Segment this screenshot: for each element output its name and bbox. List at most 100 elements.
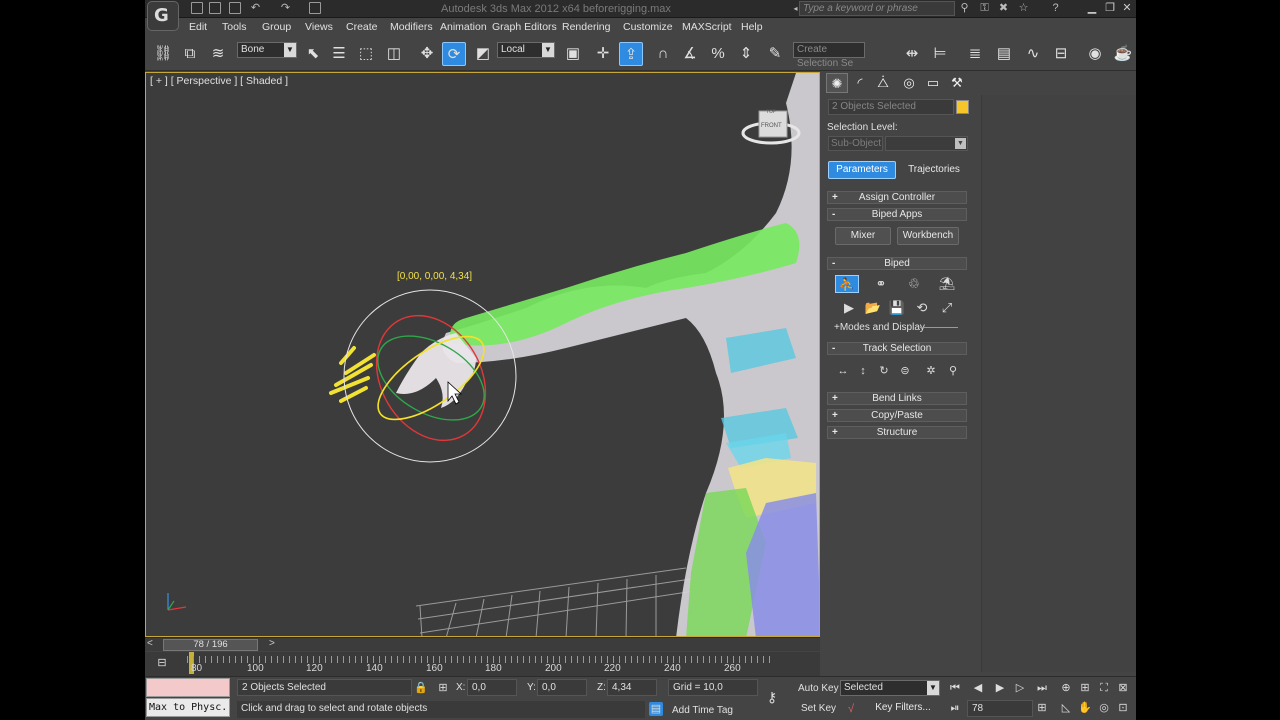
track-bar[interactable]: ⊟ 80 100 120 140 160 180 200 220 240 260 (145, 652, 820, 676)
modes-and-display-rollout[interactable]: +Modes and Display (834, 322, 925, 333)
render-setup-icon[interactable]: ☕ (1111, 42, 1135, 66)
key-icon[interactable]: ⚷ (765, 690, 779, 704)
layer-manager-icon[interactable]: ≣ (963, 42, 987, 66)
percent-snap-icon[interactable]: % (706, 42, 730, 66)
material-editor-icon[interactable]: ◉ (1083, 42, 1107, 66)
biped-playback-icon[interactable]: ▶ (837, 299, 861, 317)
menu-group[interactable]: Group (262, 21, 291, 33)
auto-key-button[interactable]: Auto Key (798, 683, 839, 694)
mixer-button[interactable]: Mixer (835, 227, 891, 245)
workbench-button[interactable]: Workbench (897, 227, 959, 245)
pan-view-icon[interactable]: ✋ (1078, 701, 1092, 715)
menu-rendering[interactable]: Rendering (562, 21, 610, 33)
parameters-tab-button[interactable]: Parameters (828, 161, 896, 179)
curve-editor-icon[interactable]: ∿ (1021, 42, 1045, 66)
current-frame-field[interactable]: 78 (967, 700, 1033, 717)
motion-tab-icon[interactable]: ◎ (898, 73, 920, 93)
sub-object-field[interactable]: Sub-Object (828, 136, 883, 151)
select-and-link-icon[interactable]: ⛓ (151, 42, 175, 66)
select-and-manipulate-icon[interactable]: ✛ (591, 42, 615, 66)
window-crossing-icon[interactable]: ◫ (382, 42, 406, 66)
favorites-star-icon[interactable]: ☆ (1017, 2, 1030, 15)
absolute-mode-icon[interactable]: ⊞ (436, 681, 450, 695)
biped-rollout[interactable]: - Biped (827, 257, 967, 270)
create-tab-icon[interactable]: ✺ (826, 73, 848, 93)
y-coordinate-field[interactable]: 0,0 (537, 679, 587, 696)
time-slider-prev-button[interactable]: < (147, 638, 153, 649)
key-tangent-icon[interactable]: √ (844, 702, 858, 716)
time-slider-next-button[interactable]: > (269, 638, 275, 649)
search-input[interactable]: Type a keyword or phrase (799, 1, 955, 16)
reference-coord-dropdown[interactable]: Local ▼ (497, 42, 555, 58)
rectangular-selection-icon[interactable]: ⬚ (354, 42, 378, 66)
key-mode-dropdown[interactable]: Selected ▼ (840, 680, 940, 696)
graphite-toggle-icon[interactable]: ▤ (992, 42, 1016, 66)
figure-mode-icon[interactable]: ⛹ (835, 275, 859, 293)
binoculars-icon[interactable]: ⚲ (958, 2, 971, 15)
spinner-snap-icon[interactable]: ⇕ (734, 42, 758, 66)
time-slider[interactable]: < 78 / 196 > (145, 637, 820, 651)
redo-icon[interactable]: ↷ (279, 2, 292, 15)
field-of-view-icon[interactable]: ◺ (1059, 701, 1073, 715)
save-file-icon[interactable]: 💾 (885, 299, 909, 317)
pivot-center-icon[interactable]: ▣ (561, 42, 585, 66)
mixer-mode-icon[interactable]: ⛱ (935, 275, 959, 293)
previous-frame-icon[interactable]: ◀ (971, 681, 985, 695)
select-and-rotate-icon[interactable]: ⟳ (442, 42, 466, 66)
select-object-icon[interactable]: ⬉ (301, 42, 325, 66)
select-and-scale-icon[interactable]: ◩ (471, 42, 495, 66)
open-file-icon[interactable] (209, 2, 221, 14)
trajectories-tab-button[interactable]: Trajectories (900, 161, 968, 179)
menu-tools[interactable]: Tools (222, 21, 247, 33)
object-color-swatch[interactable] (956, 100, 969, 114)
maxscript-mini-listener[interactable]: Max to Physc. (146, 698, 230, 717)
bend-links-rollout[interactable]: + Bend Links (827, 392, 967, 405)
named-selection-dropdown[interactable]: Create Selection Se (793, 42, 865, 69)
maxscript-listener-output[interactable] (146, 678, 230, 697)
menu-edit[interactable]: Edit (189, 21, 207, 33)
menu-maxscript[interactable]: MAXScript (682, 21, 732, 33)
go-to-start-icon[interactable]: ⏮ (948, 681, 962, 695)
z-coordinate-field[interactable]: 4,34 (607, 679, 657, 696)
selection-filter-dropdown[interactable]: Bone ▼ (237, 42, 297, 58)
object-name-field[interactable]: 2 Objects Selected (828, 99, 954, 115)
body-rotation-icon[interactable]: ↻ (877, 364, 891, 378)
bind-to-space-warp-icon[interactable]: ≋ (206, 42, 230, 66)
zoom-extents-all-icon[interactable]: ⊠ (1116, 681, 1130, 695)
add-time-tag-button[interactable]: Add Time Tag (672, 705, 733, 716)
convert-icon[interactable]: ⟲ (910, 299, 934, 317)
motion-flow-mode-icon[interactable]: ♲ (902, 275, 926, 293)
mini-curve-editor-icon[interactable]: ⊟ (155, 656, 169, 670)
copy-paste-rollout[interactable]: + Copy/Paste (827, 409, 967, 422)
app-logo-button[interactable]: G (147, 1, 179, 31)
time-slider-thumb[interactable]: 78 / 196 (163, 639, 258, 651)
new-file-icon[interactable] (191, 2, 203, 14)
set-key-button[interactable]: Set Key (801, 703, 836, 714)
time-configuration-icon[interactable]: ⊞ (1035, 701, 1049, 715)
assign-controller-rollout[interactable]: + Assign Controller (827, 191, 967, 204)
body-horizontal-icon[interactable]: ↔ (836, 364, 850, 378)
select-and-move-icon[interactable]: ✥ (415, 42, 439, 66)
zoom-extents-icon[interactable]: ⛶ (1097, 681, 1111, 695)
utilities-tab-icon[interactable]: ⚒ (946, 73, 968, 93)
zoom-all-icon[interactable]: ⊞ (1078, 681, 1092, 695)
lock-com-icon[interactable]: ⊜ (898, 364, 912, 378)
key-mode-toggle-icon[interactable]: ⏯ (948, 701, 962, 715)
load-file-icon[interactable]: 📂 (861, 299, 885, 317)
opposite-icon[interactable]: ⚲ (946, 364, 960, 378)
body-vertical-icon[interactable]: ↕ (856, 364, 870, 378)
snaps-toggle-icon[interactable]: ∩ (651, 42, 675, 66)
display-tab-icon[interactable]: ▭ (922, 73, 944, 93)
mirror-icon[interactable]: ⇹ (900, 42, 924, 66)
select-by-name-icon[interactable]: ☰ (327, 42, 351, 66)
zoom-icon[interactable]: ⊕ (1059, 681, 1073, 695)
save-file-icon[interactable] (229, 2, 241, 14)
schematic-view-icon[interactable]: ⊟ (1049, 42, 1073, 66)
menu-create[interactable]: Create (346, 21, 378, 33)
selection-lock-icon[interactable]: 🔒 (414, 681, 428, 695)
orbit-icon[interactable]: ◎ (1097, 701, 1111, 715)
biped-apps-rollout[interactable]: - Biped Apps (827, 208, 967, 221)
undo-icon[interactable]: ↶ (249, 2, 262, 15)
modify-tab-icon[interactable]: ◜ (849, 73, 871, 93)
subscription-icon[interactable]: ⚿ (978, 2, 991, 15)
